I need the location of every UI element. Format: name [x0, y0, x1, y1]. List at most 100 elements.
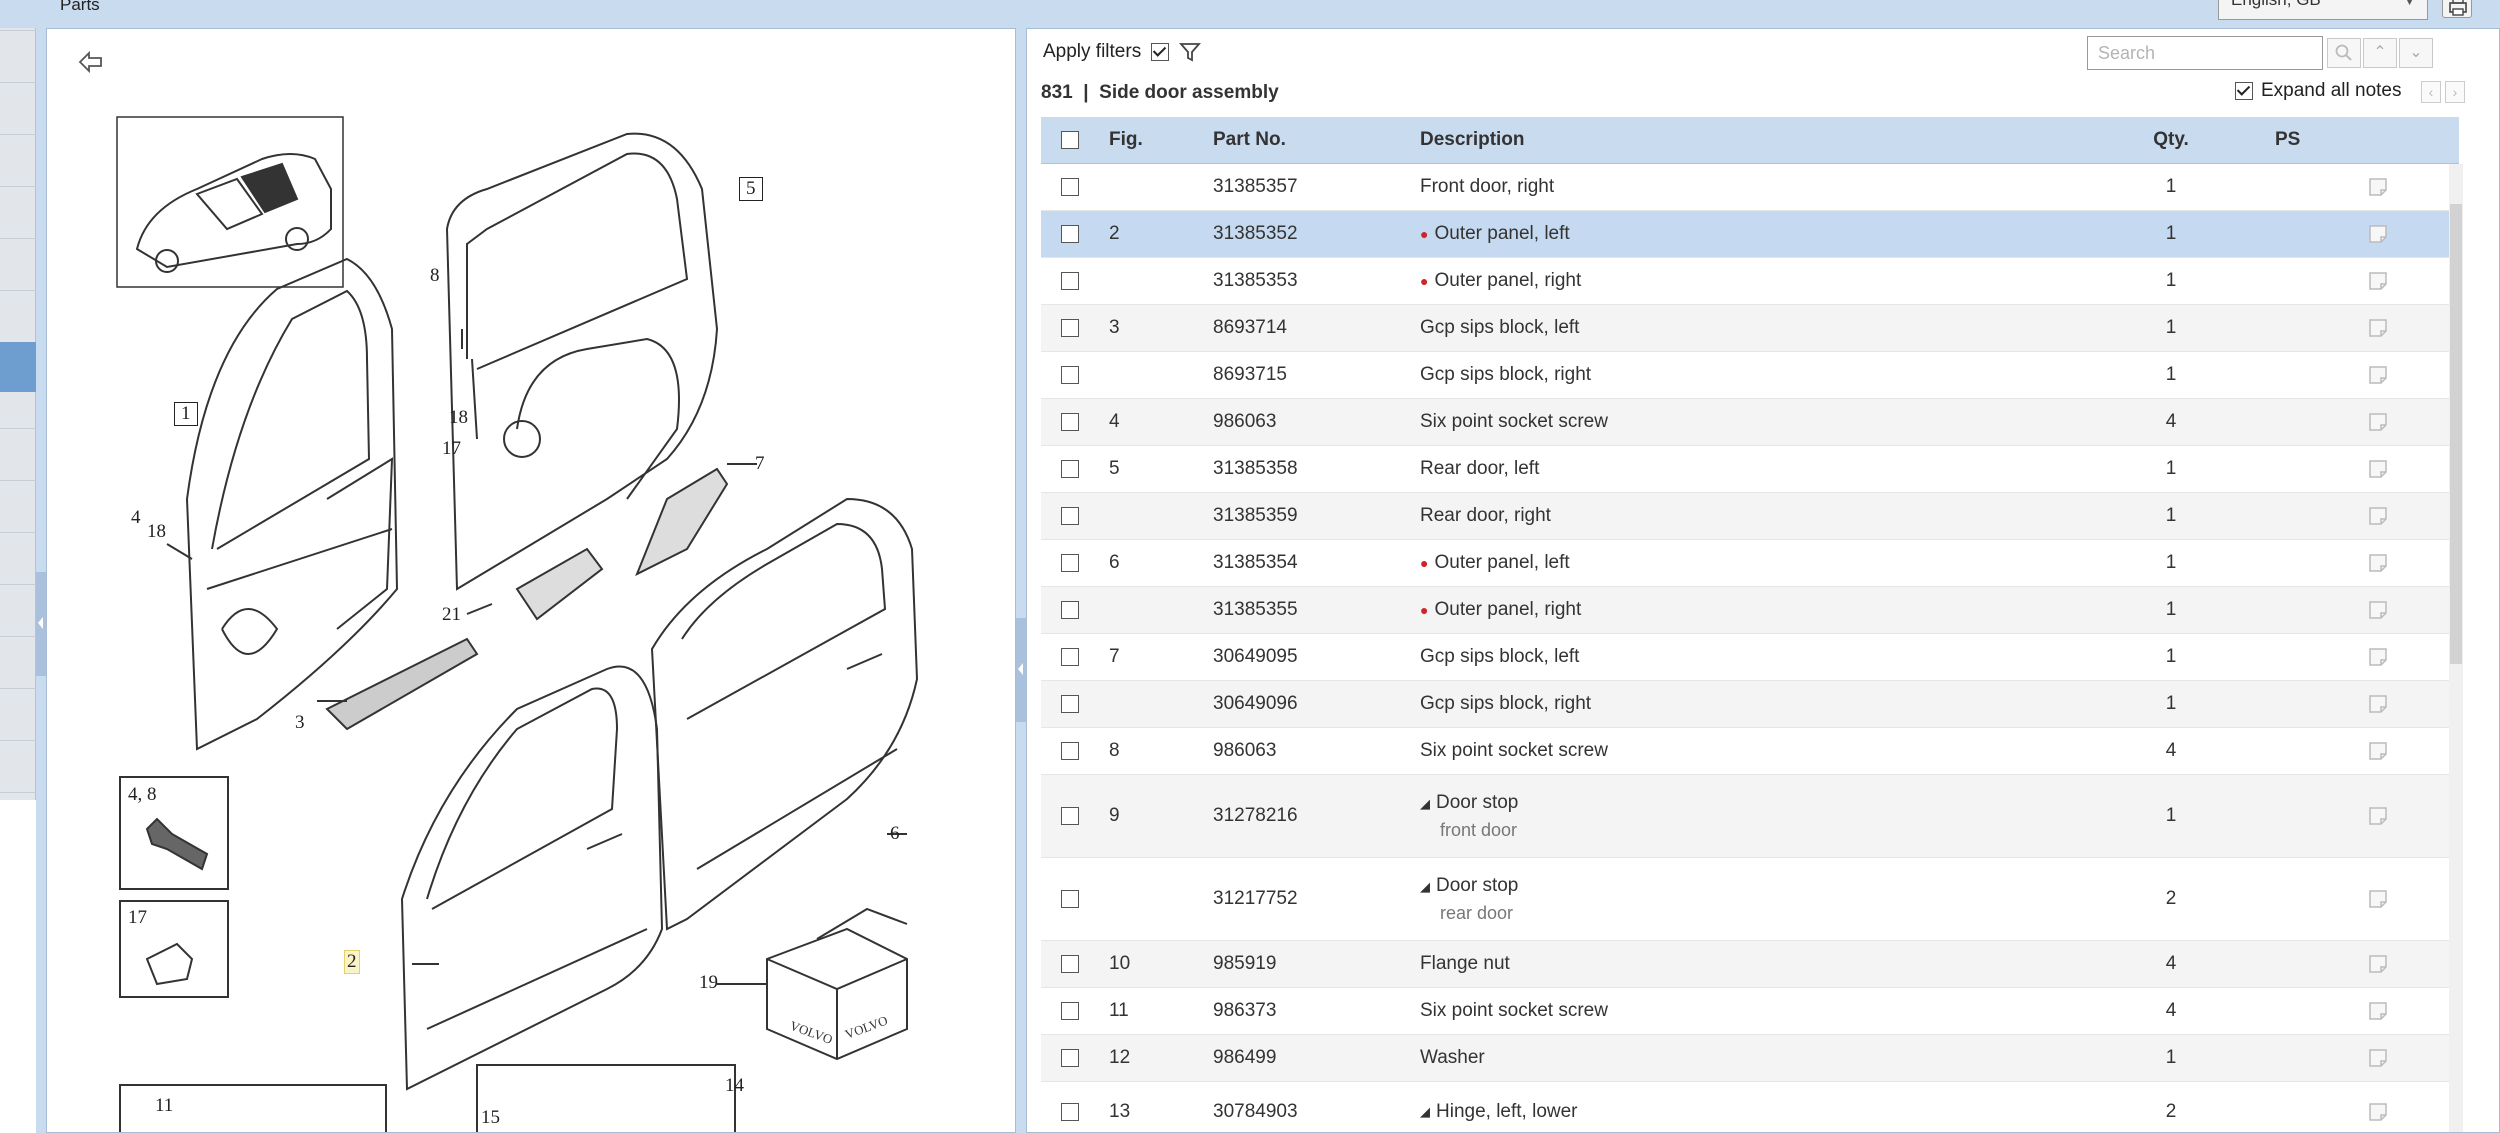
row-checkbox[interactable]	[1061, 601, 1079, 619]
row-checkbox[interactable]	[1061, 272, 1079, 290]
callout-6[interactable]: 6	[890, 823, 900, 845]
row-checkbox[interactable]	[1061, 1049, 1079, 1067]
language-select[interactable]: English, GB ▼	[2218, 0, 2428, 20]
prev-result-button[interactable]: ⌃	[2363, 38, 2397, 68]
search-input[interactable]	[2087, 36, 2323, 70]
col-fig[interactable]: Fig.	[1109, 117, 1143, 163]
note-icon[interactable]	[2367, 805, 2389, 827]
table-row[interactable]: 31385355 ● Outer panel, right 1	[1041, 587, 2459, 634]
table-row[interactable]: 31217752 ◢ Door stop rear door 2	[1041, 858, 2459, 941]
callout-14[interactable]: 14	[725, 1075, 744, 1097]
row-checkbox[interactable]	[1061, 225, 1079, 243]
splitter-grip[interactable]	[1016, 618, 1026, 722]
callout-2[interactable]: 2	[344, 950, 360, 974]
row-checkbox[interactable]	[1061, 319, 1079, 337]
col-part-no[interactable]: Part No.	[1213, 117, 1286, 163]
row-checkbox[interactable]	[1061, 742, 1079, 760]
apply-filters-checkbox[interactable]	[1151, 43, 1170, 61]
callout-17[interactable]: 17	[442, 438, 461, 460]
table-row[interactable]: 8693715 Gcp sips block, right 1	[1041, 352, 2459, 399]
panel-splitter[interactable]	[1016, 28, 1026, 1133]
row-checkbox[interactable]	[1061, 890, 1079, 908]
row-checkbox[interactable]	[1061, 955, 1079, 973]
row-checkbox[interactable]	[1061, 1002, 1079, 1020]
note-icon[interactable]	[2367, 458, 2389, 480]
note-icon[interactable]	[2367, 599, 2389, 621]
table-row[interactable]: 10 985919 Flange nut 4	[1041, 941, 2459, 988]
search-button[interactable]	[2327, 38, 2361, 68]
table-row[interactable]: 4 986063 Six point socket screw 4	[1041, 399, 2459, 446]
callout-4[interactable]: 4	[131, 507, 141, 529]
callout-18-left[interactable]: 18	[147, 521, 166, 543]
scrollbar-thumb[interactable]	[2450, 204, 2462, 664]
row-checkbox[interactable]	[1061, 366, 1079, 384]
note-icon[interactable]	[2367, 364, 2389, 386]
table-row[interactable]: 2 31385352 ● Outer panel, left 1	[1041, 211, 2459, 258]
note-icon[interactable]	[2367, 505, 2389, 527]
table-row[interactable]: 6 31385354 ● Outer panel, left 1	[1041, 540, 2459, 587]
callout-17-detail[interactable]: 17	[128, 907, 147, 929]
note-icon[interactable]	[2367, 1047, 2389, 1069]
note-icon[interactable]	[2367, 953, 2389, 975]
note-icon[interactable]	[2367, 317, 2389, 339]
callout-5[interactable]: 5	[739, 177, 763, 201]
row-checkbox[interactable]	[1061, 413, 1079, 431]
table-row[interactable]: 13 30784903 ◢ Hinge, left, lower 2	[1041, 1082, 2459, 1132]
prev-assembly-button[interactable]: ‹	[2421, 81, 2441, 103]
table-row[interactable]: 31385357 Front door, right 1	[1041, 164, 2459, 211]
callout-4-8[interactable]: 4, 8	[128, 784, 157, 806]
callout-18[interactable]: 18	[449, 407, 468, 429]
table-row[interactable]: 5 31385358 Rear door, left 1	[1041, 446, 2459, 493]
note-icon[interactable]	[2367, 270, 2389, 292]
col-ps[interactable]: PS	[2275, 117, 2300, 163]
collapse-left-handle[interactable]	[36, 572, 46, 676]
next-result-button[interactable]: ⌄	[2399, 38, 2433, 68]
print-button[interactable]	[2442, 0, 2472, 18]
table-row[interactable]: 31385353 ● Outer panel, right 1	[1041, 258, 2459, 305]
note-icon[interactable]	[2367, 646, 2389, 668]
col-qty[interactable]: Qty.	[2141, 117, 2201, 163]
expand-triangle-icon[interactable]: ◢	[1420, 879, 1430, 894]
row-checkbox[interactable]	[1061, 1102, 1079, 1121]
select-all-checkbox[interactable]	[1061, 131, 1079, 149]
callout-1[interactable]: 1	[174, 402, 198, 426]
table-row[interactable]: 30649096 Gcp sips block, right 1	[1041, 681, 2459, 728]
callout-19[interactable]: 19	[699, 972, 718, 994]
row-checkbox[interactable]	[1061, 507, 1079, 525]
note-icon[interactable]	[2367, 1000, 2389, 1022]
table-row[interactable]: 12 986499 Washer 1	[1041, 1035, 2459, 1082]
note-icon[interactable]	[2367, 740, 2389, 762]
row-checkbox[interactable]	[1061, 460, 1079, 478]
row-checkbox[interactable]	[1061, 178, 1079, 196]
note-icon[interactable]	[2367, 888, 2389, 910]
note-icon[interactable]	[2367, 223, 2389, 245]
row-checkbox[interactable]	[1061, 695, 1079, 713]
note-icon[interactable]	[2367, 176, 2389, 198]
row-checkbox[interactable]	[1061, 554, 1079, 572]
note-icon[interactable]	[2367, 693, 2389, 715]
table-row[interactable]: 8 986063 Six point socket screw 4	[1041, 728, 2459, 775]
table-row[interactable]: 11 986373 Six point socket screw 4	[1041, 988, 2459, 1035]
exploded-door-diagram[interactable]: VOLVO VOLVO	[47, 29, 1016, 1133]
next-assembly-button[interactable]: ›	[2445, 81, 2465, 103]
filter-icon[interactable]	[1179, 41, 1202, 63]
callout-15[interactable]: 15	[481, 1107, 500, 1129]
callout-7[interactable]: 7	[755, 453, 765, 475]
expand-triangle-icon[interactable]: ◢	[1420, 796, 1430, 811]
row-checkbox[interactable]	[1061, 648, 1079, 666]
table-row[interactable]: 31385359 Rear door, right 1	[1041, 493, 2459, 540]
callout-8[interactable]: 8	[430, 265, 440, 287]
note-icon[interactable]	[2367, 411, 2389, 433]
table-row[interactable]: 3 8693714 Gcp sips block, left 1	[1041, 305, 2459, 352]
callout-21[interactable]: 21	[442, 604, 461, 626]
table-row[interactable]: 9 31278216 ◢ Door stop front door 1	[1041, 775, 2459, 858]
callout-11[interactable]: 11	[155, 1095, 173, 1117]
note-icon[interactable]	[2367, 552, 2389, 574]
row-checkbox[interactable]	[1061, 807, 1079, 825]
callout-3[interactable]: 3	[295, 712, 305, 734]
note-icon[interactable]	[2367, 1101, 2389, 1123]
expand-triangle-icon[interactable]: ◢	[1420, 1104, 1430, 1120]
table-scrollbar[interactable]	[2449, 164, 2463, 1132]
table-row[interactable]: 7 30649095 Gcp sips block, left 1	[1041, 634, 2459, 681]
col-description[interactable]: Description	[1420, 117, 1525, 163]
